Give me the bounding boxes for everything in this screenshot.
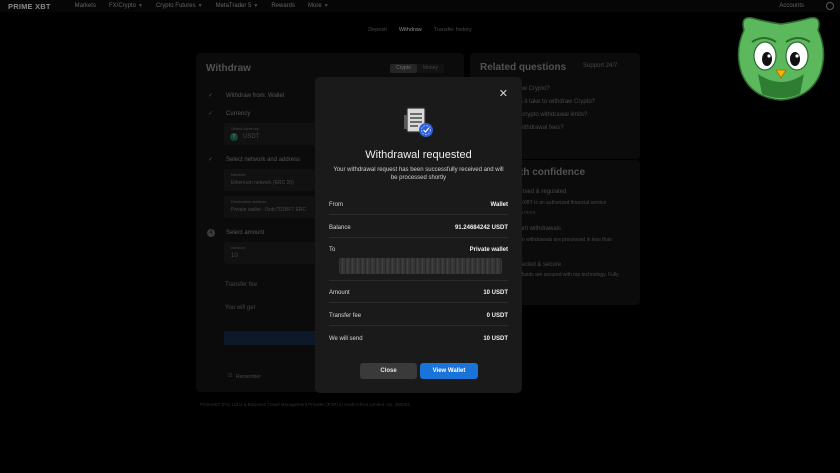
detail-row-we-will-send: We will send 10 USDT [329, 329, 508, 349]
owl-mascot-icon [737, 17, 825, 101]
document-check-icon [404, 107, 433, 137]
divider [329, 280, 508, 281]
close-button[interactable]: Close [360, 363, 417, 379]
detail-row-transfer-fee: Transfer fee 0 USDT [329, 306, 508, 326]
detail-value: 10 USDT [483, 336, 508, 342]
detail-value: 10 USDT [483, 289, 508, 296]
detail-value: Wallet [490, 201, 508, 208]
withdrawal-requested-modal: ✕ Withdrawal requested Your withdrawal r… [315, 77, 522, 393]
detail-row-balance: Balance 91.24684242 USDT [329, 218, 508, 238]
detail-label: To [329, 247, 336, 253]
modal-title: Withdrawal requested [365, 149, 472, 161]
detail-value: 91.24684242 USDT [454, 224, 508, 231]
view-wallet-button[interactable]: View Wallet [420, 363, 478, 379]
detail-row-amount: Amount 10 USDT [329, 283, 508, 303]
detail-row-to: To Private wallet [329, 240, 508, 260]
detail-label: Amount [329, 289, 350, 296]
detail-label: Transfer fee [329, 312, 362, 319]
detail-value: 0 USDT [486, 312, 508, 319]
detail-label: We will send [329, 336, 363, 342]
detail-value: Private wallet [469, 247, 508, 253]
modal-subtitle: Your withdrawal request has been success… [333, 167, 504, 181]
close-icon[interactable]: ✕ [499, 89, 508, 100]
redacted-address [339, 258, 502, 274]
detail-label: From [329, 201, 343, 208]
detail-label: Balance [329, 224, 351, 231]
detail-row-from: From Wallet [329, 195, 508, 215]
